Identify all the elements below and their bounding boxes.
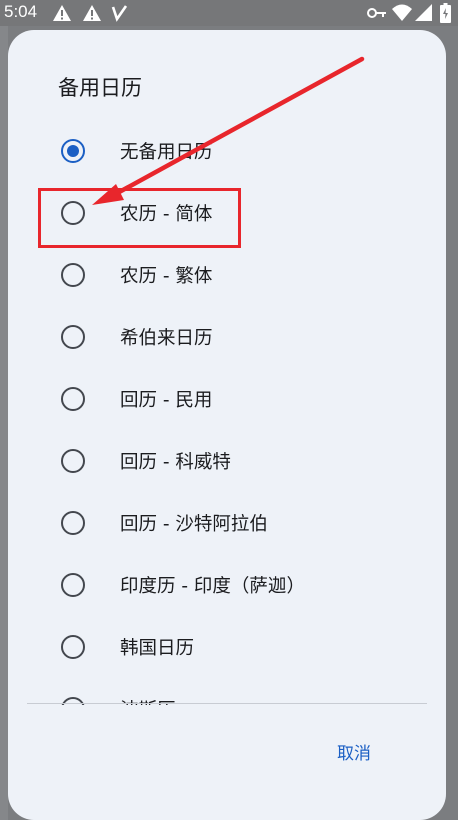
annotation-arrow [92, 56, 365, 205]
